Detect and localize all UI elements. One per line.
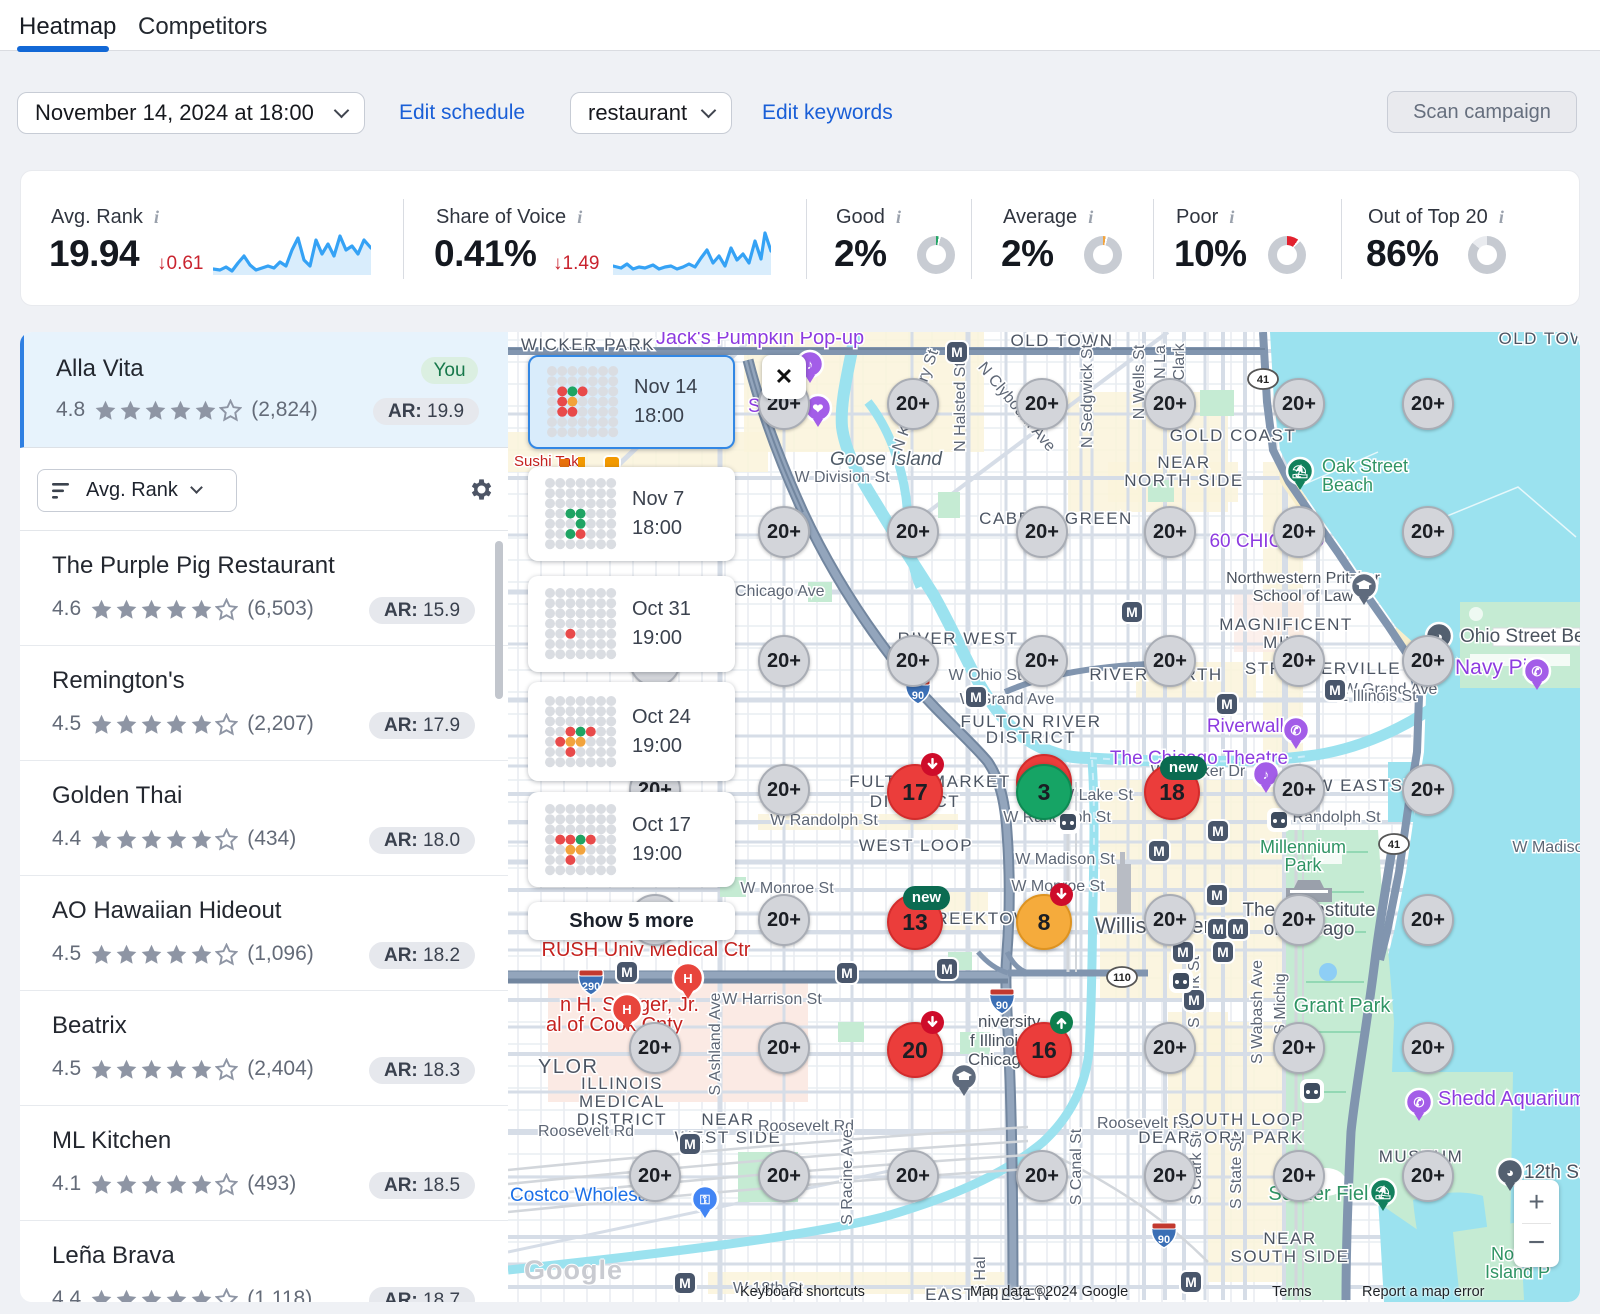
svg-text:Shedd Aquarium: Shedd Aquarium bbox=[1438, 1088, 1580, 1110]
svg-text:DISTRICT: DISTRICT bbox=[986, 728, 1076, 747]
svg-text:W Harrison St: W Harrison St bbox=[722, 991, 822, 1008]
svg-text:M: M bbox=[1126, 604, 1138, 620]
svg-text:Oak Street: Oak Street bbox=[1322, 456, 1408, 476]
svg-text:S Racine Ave: S Racine Ave bbox=[839, 1129, 856, 1225]
svg-text:S Ashland Ave: S Ashland Ave bbox=[707, 992, 724, 1095]
svg-text:M: M bbox=[1232, 921, 1244, 937]
svg-text:♪: ♪ bbox=[807, 357, 814, 372]
svg-text:M: M bbox=[1212, 921, 1224, 937]
svg-text:90: 90 bbox=[912, 690, 924, 702]
svg-text:W Division St: W Division St bbox=[794, 469, 890, 486]
svg-text:NEAR: NEAR bbox=[1263, 1229, 1316, 1248]
svg-text:WICKER PARK: WICKER PARK bbox=[521, 335, 655, 354]
svg-text:Goose Island: Goose Island bbox=[830, 449, 943, 470]
svg-text:M: M bbox=[684, 1136, 696, 1152]
svg-text:✆: ✆ bbox=[1532, 664, 1543, 679]
svg-text:NEAR: NEAR bbox=[1157, 453, 1210, 472]
svg-text:✆: ✆ bbox=[1414, 1095, 1425, 1110]
svg-text:M: M bbox=[1221, 696, 1233, 712]
svg-text:Ohio Street Beach: Ohio Street Beach bbox=[1460, 626, 1580, 647]
svg-text:WEST LOOP: WEST LOOP bbox=[859, 836, 973, 855]
svg-text:290: 290 bbox=[582, 981, 600, 993]
svg-text:M: M bbox=[951, 344, 963, 360]
svg-text:Jack's Pumpkin Pop-up: Jack's Pumpkin Pop-up bbox=[656, 332, 864, 349]
svg-text:SOUTH LOOP: SOUTH LOOP bbox=[1178, 1110, 1304, 1129]
svg-text:DEARBORN PARK: DEARBORN PARK bbox=[1138, 1128, 1304, 1147]
svg-text:GOLD COAST: GOLD COAST bbox=[1170, 426, 1296, 445]
svg-text:N Halsted St: N Halsted St bbox=[952, 362, 969, 452]
svg-text:S State St: S State St bbox=[1228, 1136, 1245, 1209]
svg-text:ILLINOIS: ILLINOIS bbox=[581, 1074, 663, 1093]
svg-text:M: M bbox=[1212, 823, 1224, 839]
svg-text:⛱: ⛱ bbox=[1375, 1185, 1392, 1200]
svg-text:Park: Park bbox=[1284, 855, 1322, 875]
svg-text:Beach: Beach bbox=[1322, 475, 1373, 495]
svg-text:90: 90 bbox=[1158, 1234, 1170, 1246]
svg-text:Grant Park: Grant Park bbox=[1294, 995, 1392, 1017]
svg-text:OLD TOWN: OLD TOWN bbox=[1011, 332, 1114, 350]
svg-text:◕: ◕ bbox=[1506, 1165, 1514, 1180]
svg-text:M: M bbox=[941, 961, 953, 977]
svg-text:⛱: ⛱ bbox=[1292, 464, 1309, 479]
svg-text:90: 90 bbox=[996, 1000, 1008, 1012]
svg-text:M: M bbox=[1188, 992, 1200, 1008]
svg-text:110: 110 bbox=[1113, 972, 1131, 984]
svg-text:MAGNIFICENT: MAGNIFICENT bbox=[1219, 615, 1353, 634]
svg-text:S Wabash Ave: S Wabash Ave bbox=[1249, 960, 1266, 1064]
svg-text:M: M bbox=[1217, 944, 1229, 960]
svg-text:H: H bbox=[622, 1002, 631, 1017]
svg-text:M: M bbox=[841, 965, 853, 981]
svg-text:S Canal St: S Canal St bbox=[1068, 1128, 1085, 1205]
svg-text:M: M bbox=[970, 689, 982, 705]
svg-text:41: 41 bbox=[1257, 374, 1269, 386]
svg-text:OLD TOWN: OLD TOWN bbox=[1499, 332, 1581, 348]
svg-text:M: M bbox=[1329, 682, 1341, 698]
svg-text:MEDICAL: MEDICAL bbox=[579, 1092, 665, 1111]
svg-text:❤: ❤ bbox=[813, 401, 824, 416]
svg-text:H: H bbox=[683, 971, 692, 986]
svg-text:♪: ♪ bbox=[1263, 767, 1270, 782]
svg-text:M: M bbox=[621, 964, 633, 980]
svg-text:Riverwalk: Riverwalk bbox=[1207, 716, 1290, 737]
svg-text:41: 41 bbox=[1388, 839, 1400, 851]
svg-text:N La: N La bbox=[1152, 345, 1169, 379]
svg-text:W Ohio St: W Ohio St bbox=[949, 667, 1022, 684]
svg-text:N Sedgwick St: N Sedgwick St bbox=[1079, 343, 1096, 448]
svg-text:⚿: ⚿ bbox=[700, 1192, 710, 1207]
svg-text:NEAR: NEAR bbox=[701, 1110, 754, 1129]
svg-text:✆: ✆ bbox=[1291, 723, 1302, 738]
svg-text:NORTH SIDE: NORTH SIDE bbox=[1124, 471, 1244, 490]
svg-text:E Illinois St: E Illinois St bbox=[1337, 688, 1417, 705]
svg-text:Roosevelt Rd: Roosevelt Rd bbox=[538, 1123, 634, 1140]
svg-text:SOUTH SIDE: SOUTH SIDE bbox=[1231, 1247, 1350, 1266]
svg-text:W Madison St: W Madison St bbox=[1015, 851, 1115, 868]
svg-text:M: M bbox=[1153, 843, 1165, 859]
svg-text:School of Law: School of Law bbox=[1253, 588, 1354, 605]
svg-text:W Madison S: W Madison S bbox=[1512, 839, 1580, 856]
svg-text:M: M bbox=[1211, 887, 1223, 903]
svg-text:Millennium: Millennium bbox=[1260, 837, 1346, 857]
svg-text:M: M bbox=[1177, 944, 1189, 960]
